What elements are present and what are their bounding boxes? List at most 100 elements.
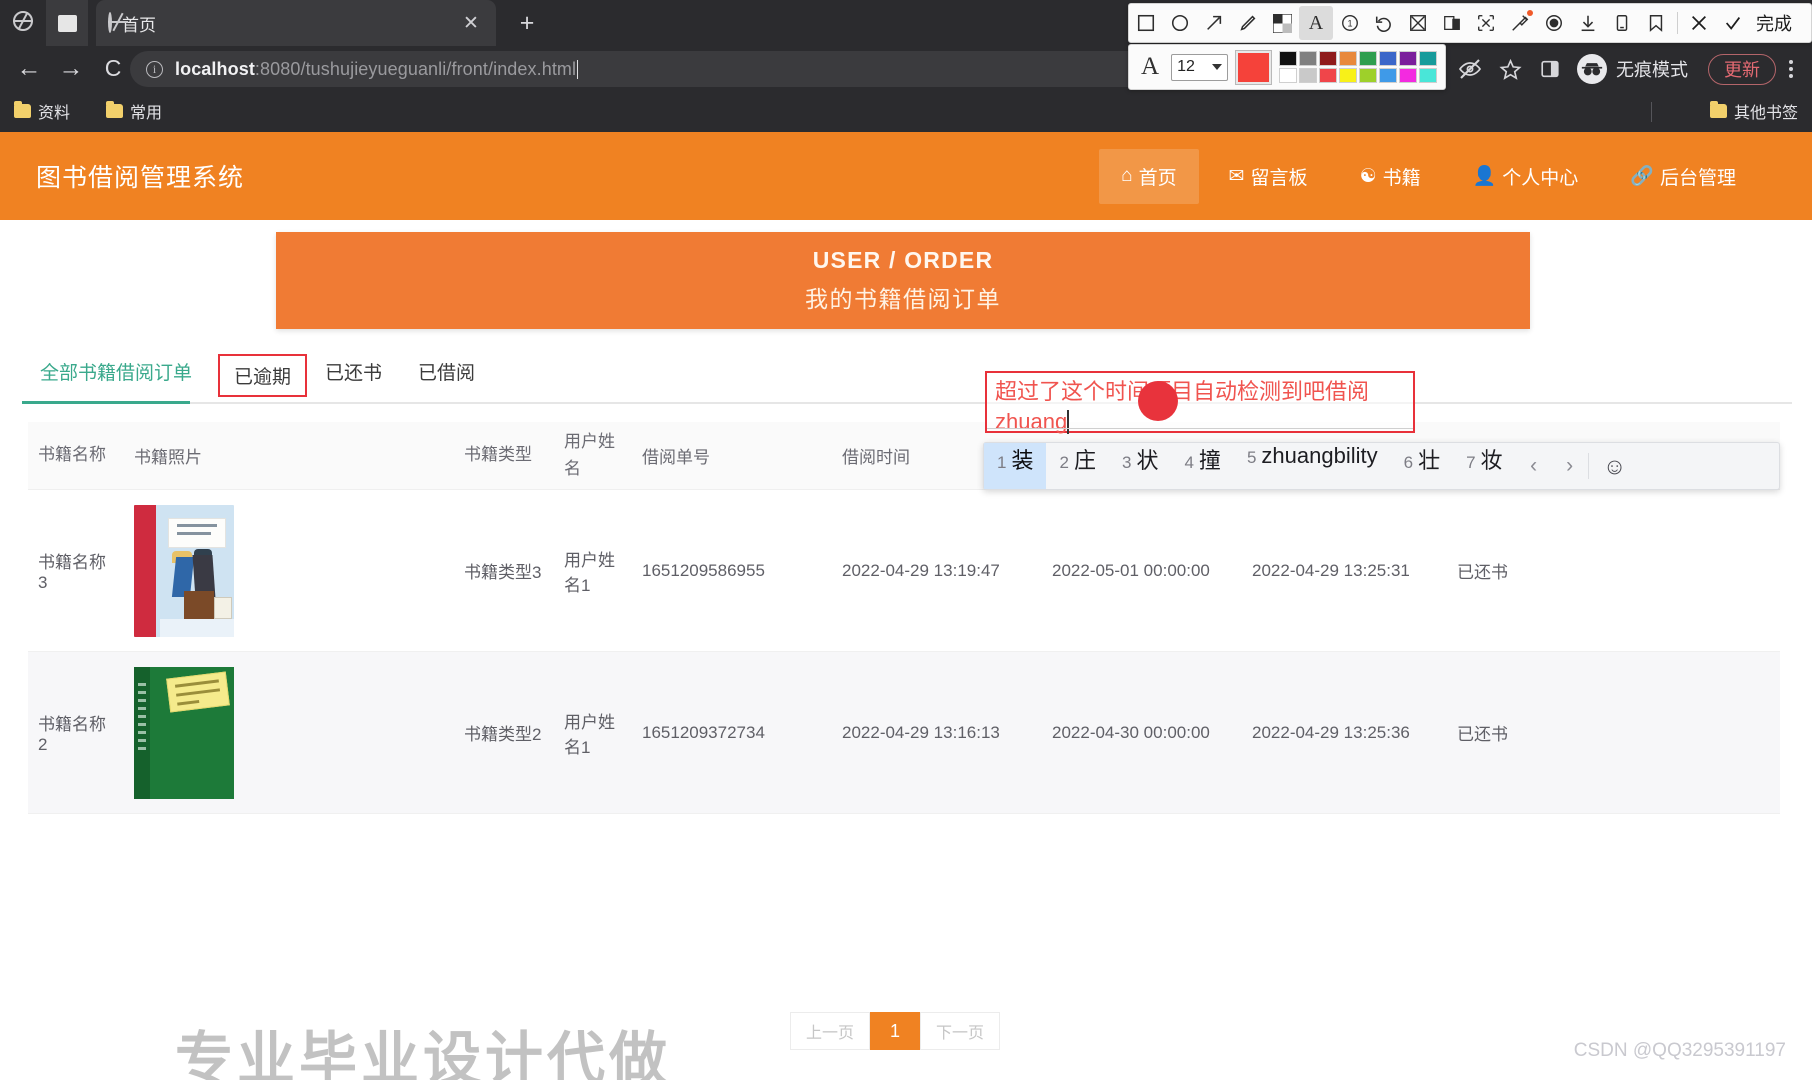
done-button[interactable]: 完成 bbox=[1750, 10, 1798, 36]
nav-item-admin[interactable]: 🔗 后台管理 bbox=[1608, 149, 1758, 204]
tab-all-orders[interactable]: 全部书籍借阅订单 bbox=[22, 354, 210, 389]
site-info-icon[interactable]: i bbox=[146, 60, 163, 78]
tab-title: 首页 bbox=[122, 15, 156, 35]
web-page: 图书借阅管理系统 ⌂ 首页 ✉ 留言板 ☯ 书籍 👤 个人中心 🔗 后台管理 U… bbox=[0, 132, 1812, 1080]
ime-candidate-1[interactable]: 1 装 bbox=[984, 443, 1047, 489]
pen-tool-icon[interactable] bbox=[1231, 6, 1265, 40]
banner-title-cn: 我的书籍借阅订单 bbox=[805, 286, 1001, 312]
book-cover-image bbox=[134, 504, 234, 637]
annotation-line-2: zhuang bbox=[995, 407, 1405, 437]
serial-number-tool-icon[interactable]: 1 bbox=[1333, 6, 1367, 40]
cancel-tool-icon[interactable] bbox=[1682, 6, 1716, 40]
nav-item-home[interactable]: ⌂ 首页 bbox=[1099, 148, 1199, 204]
color-swatch[interactable] bbox=[1339, 68, 1357, 83]
color-swatch[interactable] bbox=[1279, 68, 1297, 83]
color-swatch[interactable] bbox=[1379, 68, 1397, 83]
tab-borrowed[interactable]: 已借阅 bbox=[400, 354, 493, 389]
forward-button[interactable]: → bbox=[52, 49, 90, 87]
color-swatch[interactable] bbox=[1419, 51, 1437, 66]
tab-overdue[interactable]: 已逾期 bbox=[218, 354, 308, 397]
ime-candidate-6[interactable]: 6 壮 bbox=[1391, 443, 1453, 489]
color-swatch[interactable] bbox=[1339, 51, 1357, 66]
tab-returned[interactable]: 已还书 bbox=[307, 354, 400, 389]
table-row[interactable]: 书籍名称2 书籍类型2 用户姓名1 1651209372734 2022-04-… bbox=[28, 652, 1780, 814]
color-swatch[interactable] bbox=[1359, 51, 1377, 66]
ime-candidate-7[interactable]: 7 妆 bbox=[1453, 443, 1515, 489]
ime-candidate-2[interactable]: 2 庄 bbox=[1046, 443, 1108, 489]
font-size-value: 12 bbox=[1177, 58, 1195, 75]
other-bookmarks-button[interactable]: 其他书签 bbox=[1709, 99, 1798, 123]
pin-tool-icon[interactable] bbox=[1503, 6, 1537, 40]
color-swatch[interactable] bbox=[1419, 68, 1437, 83]
annotation-text-box[interactable]: 超过了这个时间项目自动检测到吧借阅 zhuang bbox=[985, 371, 1415, 434]
color-swatch[interactable] bbox=[1399, 68, 1417, 83]
tab-list-button[interactable] bbox=[46, 0, 88, 46]
confirm-tool-icon[interactable] bbox=[1716, 6, 1750, 40]
nav-item-personal-center[interactable]: 👤 个人中心 bbox=[1451, 149, 1601, 204]
nav-item-message-board[interactable]: ✉ 留言板 bbox=[1207, 149, 1330, 204]
ime-candidate-bar: 1 装 2 庄 3 状 4 撞 5 zhuangbility 6 壮 7 妆 ‹… bbox=[983, 442, 1780, 490]
color-swatch[interactable] bbox=[1399, 51, 1417, 66]
color-swatch[interactable] bbox=[1319, 68, 1337, 83]
ime-candidate-4[interactable]: 4 撞 bbox=[1171, 443, 1233, 489]
ime-prev-page-icon[interactable]: ‹ bbox=[1516, 443, 1552, 489]
arrow-tool-icon[interactable] bbox=[1197, 6, 1231, 40]
text-tool-icon[interactable]: A bbox=[1299, 6, 1333, 40]
undo-tool-icon[interactable] bbox=[1367, 6, 1401, 40]
ocr-tool-icon[interactable] bbox=[1435, 6, 1469, 40]
nav-item-books[interactable]: ☯ 书籍 bbox=[1338, 149, 1443, 204]
ime-next-page-icon[interactable]: › bbox=[1552, 443, 1588, 489]
rectangle-tool-icon[interactable] bbox=[1129, 6, 1163, 40]
color-swatch[interactable] bbox=[1319, 51, 1337, 66]
color-swatch[interactable] bbox=[1299, 51, 1317, 66]
emoji-icon[interactable]: ☺ bbox=[1589, 443, 1641, 489]
record-tool-icon[interactable] bbox=[1537, 6, 1571, 40]
crop-tool-icon[interactable] bbox=[1401, 6, 1435, 40]
current-color-swatch[interactable] bbox=[1235, 49, 1272, 85]
back-button[interactable]: ← bbox=[10, 49, 48, 87]
ime-candidate-3[interactable]: 3 状 bbox=[1109, 443, 1171, 489]
pagination-prev[interactable]: 上一页 bbox=[790, 1012, 870, 1050]
cell-book-type: 书籍类型3 bbox=[464, 563, 542, 582]
side-panel-icon[interactable] bbox=[1531, 50, 1569, 88]
translate-tool-icon[interactable] bbox=[1469, 6, 1503, 40]
tab-close-icon[interactable]: ✕ bbox=[458, 10, 484, 36]
download-tool-icon[interactable] bbox=[1571, 6, 1605, 40]
nav-label: 书籍 bbox=[1382, 167, 1421, 189]
no-tracking-icon[interactable] bbox=[1451, 50, 1489, 88]
annotation-toolbar: A 1 完成 bbox=[1128, 3, 1812, 43]
address-bar[interactable]: i localhost:8080/tushujieyueguanli/front… bbox=[130, 51, 1270, 87]
bookmarks-divider bbox=[1651, 102, 1652, 122]
table-row[interactable]: 书籍名称3 书籍类型3 用户姓名1 1651209586955 2022-04-… bbox=[28, 490, 1780, 652]
browser-menu-button[interactable] bbox=[1778, 50, 1804, 88]
ime-candidate-5[interactable]: 5 zhuangbility bbox=[1234, 443, 1391, 489]
mosaic-tool-icon[interactable] bbox=[1265, 6, 1299, 40]
color-swatch[interactable] bbox=[1279, 51, 1297, 66]
omnibox-right-actions: 无痕模式 更新 bbox=[1451, 46, 1812, 92]
url-path: :8080/tushujieyueguanli/front/index.html bbox=[254, 58, 577, 79]
ime-candidate-number: 5 bbox=[1246, 448, 1257, 467]
envelope-icon: ✉ bbox=[1228, 165, 1245, 187]
color-swatch[interactable] bbox=[1299, 68, 1317, 83]
color-swatch[interactable] bbox=[1379, 51, 1397, 66]
ellipse-tool-icon[interactable] bbox=[1163, 6, 1197, 40]
bookmark-item-changyong[interactable]: 常用 bbox=[106, 99, 162, 123]
ime-candidate-number: 4 bbox=[1184, 453, 1194, 472]
ime-candidate-word: zhuangbility bbox=[1261, 443, 1378, 468]
save-tool-icon[interactable] bbox=[1639, 6, 1673, 40]
font-size-select[interactable]: 12 bbox=[1171, 53, 1229, 81]
book-icon: ☯ bbox=[1359, 165, 1377, 187]
col-header-order-no: 借阅单号 bbox=[642, 448, 710, 467]
pagination-next[interactable]: 下一页 bbox=[920, 1012, 1000, 1050]
bookmark-item-ziliao[interactable]: 资料 bbox=[14, 99, 70, 123]
globe-icon bbox=[13, 11, 33, 31]
reload-button[interactable]: C bbox=[94, 49, 132, 87]
mobile-tool-icon[interactable] bbox=[1605, 6, 1639, 40]
pagination-page-1[interactable]: 1 bbox=[870, 1012, 920, 1050]
update-button[interactable]: 更新 bbox=[1708, 53, 1776, 85]
new-tab-button[interactable]: + bbox=[512, 9, 542, 39]
incognito-indicator[interactable]: 无痕模式 bbox=[1571, 54, 1698, 84]
bookmark-star-icon[interactable] bbox=[1491, 50, 1529, 88]
browser-tab-home[interactable]: 首页 ✕ bbox=[96, 0, 496, 46]
color-swatch[interactable] bbox=[1359, 68, 1377, 83]
